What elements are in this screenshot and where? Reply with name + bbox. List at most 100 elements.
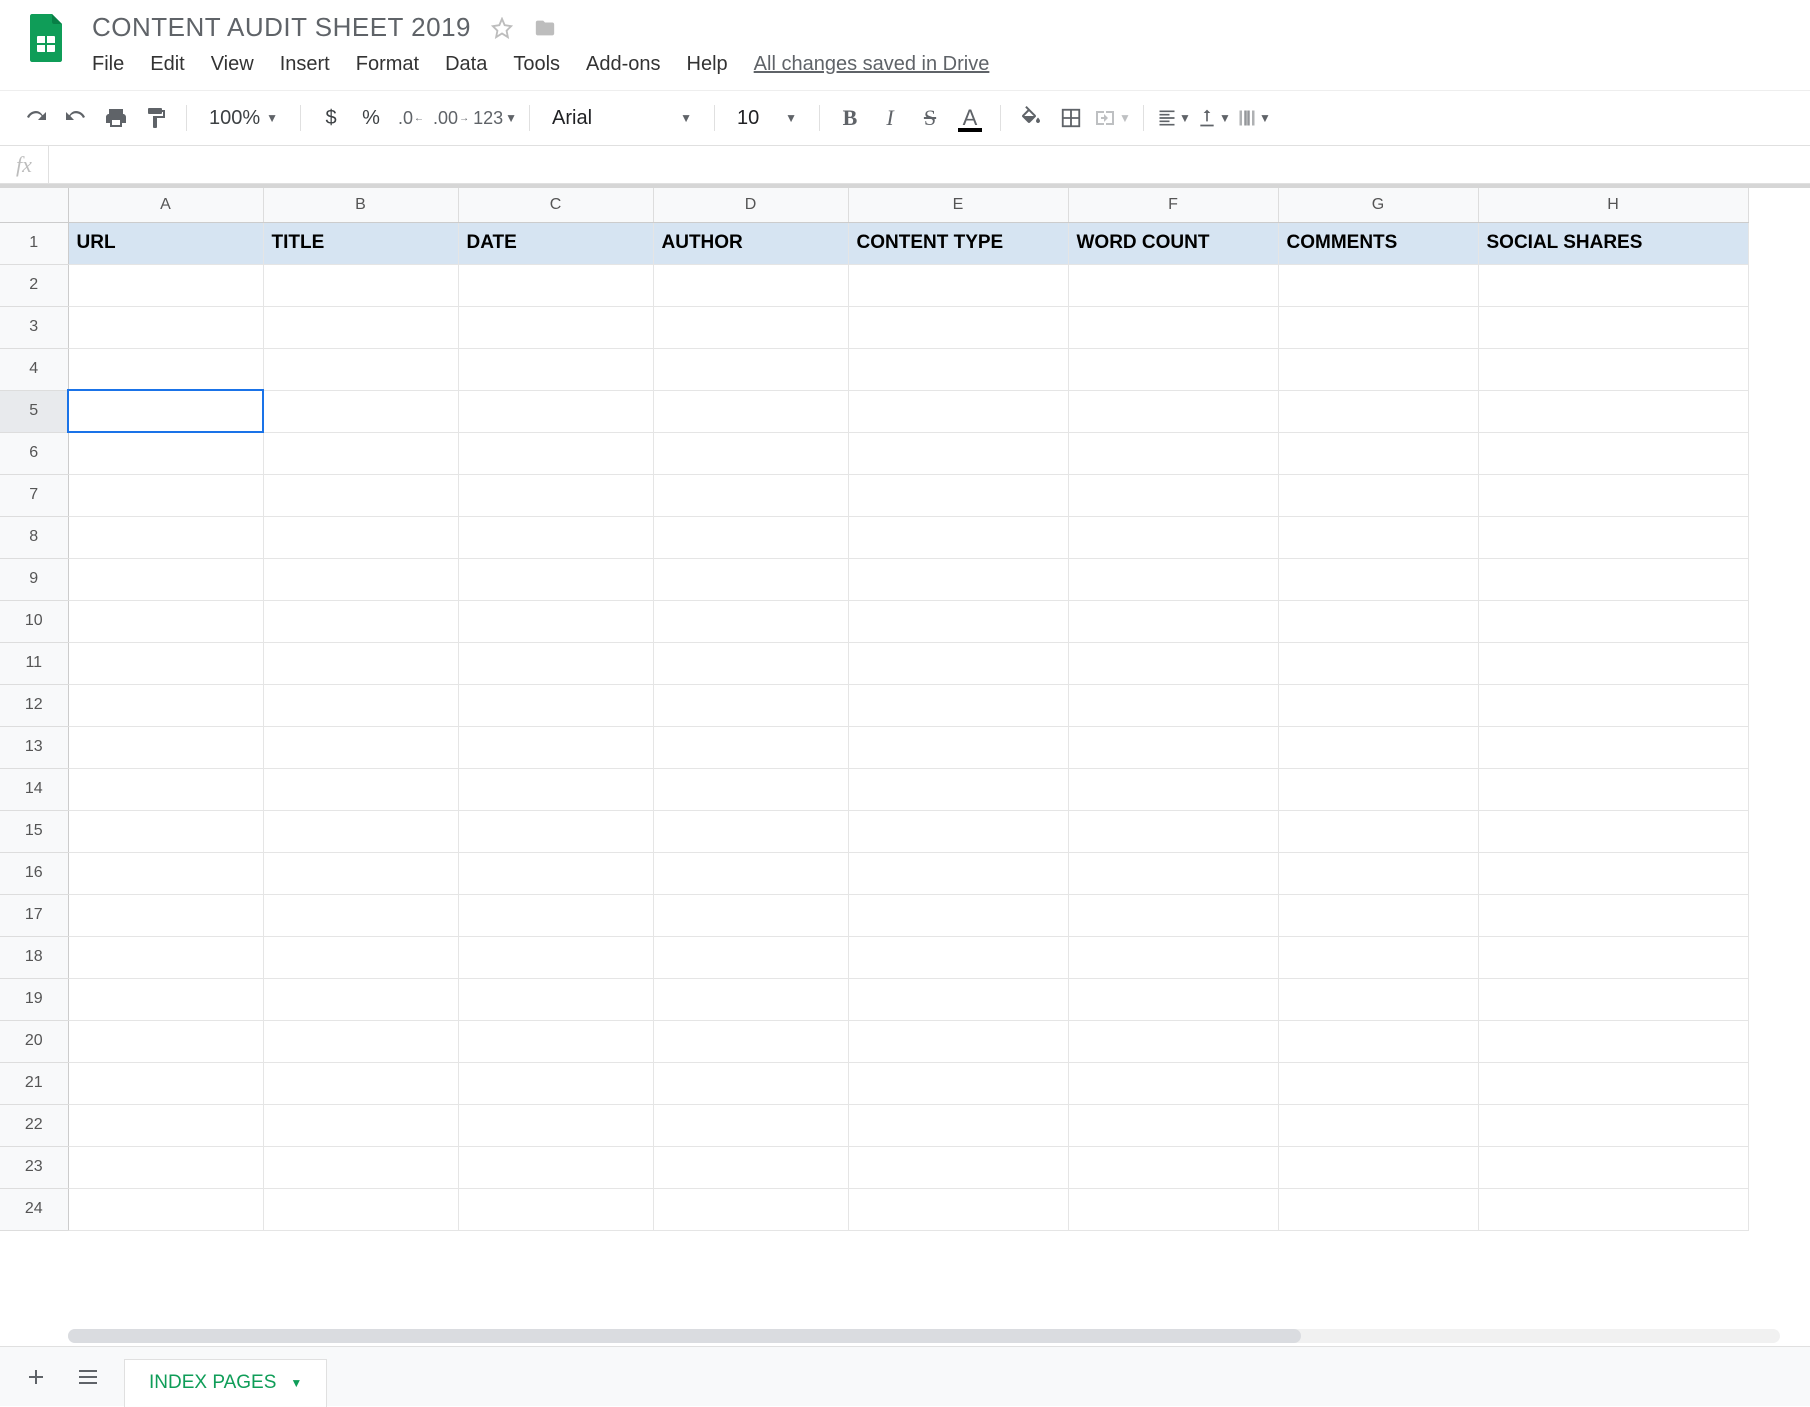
row-header[interactable]: 10 (0, 600, 68, 642)
cell[interactable]: SOCIAL SHARES (1478, 222, 1748, 264)
cell[interactable] (653, 1146, 848, 1188)
row-header[interactable]: 23 (0, 1146, 68, 1188)
cell[interactable] (1278, 810, 1478, 852)
cell[interactable] (1068, 852, 1278, 894)
grid-area[interactable]: A B C D E F G H 1 URL TITLE DATE AUTHOR … (0, 184, 1810, 1346)
cell[interactable] (1478, 810, 1748, 852)
cell[interactable] (68, 1146, 263, 1188)
col-header[interactable]: G (1278, 188, 1478, 222)
cell[interactable] (68, 1020, 263, 1062)
cell[interactable] (1068, 978, 1278, 1020)
scroll-thumb[interactable] (68, 1329, 1301, 1343)
cell[interactable] (68, 1188, 263, 1230)
col-header[interactable]: A (68, 188, 263, 222)
cell[interactable] (458, 684, 653, 726)
cell[interactable] (263, 768, 458, 810)
cell[interactable] (68, 1104, 263, 1146)
cell[interactable] (263, 516, 458, 558)
cell[interactable] (1278, 516, 1478, 558)
row-header[interactable]: 12 (0, 684, 68, 726)
cell[interactable] (263, 474, 458, 516)
cell[interactable] (1478, 432, 1748, 474)
cell[interactable] (848, 852, 1068, 894)
cell[interactable] (1478, 1146, 1748, 1188)
cell[interactable] (1278, 978, 1478, 1020)
cell[interactable] (458, 1104, 653, 1146)
cell[interactable] (1478, 978, 1748, 1020)
cell[interactable] (1278, 348, 1478, 390)
cell[interactable]: COMMENTS (1278, 222, 1478, 264)
cell[interactable] (1068, 1062, 1278, 1104)
cell[interactable] (848, 726, 1068, 768)
font-family-select[interactable]: Arial▼ (542, 107, 702, 130)
cell[interactable] (263, 936, 458, 978)
cell[interactable] (1068, 306, 1278, 348)
cell[interactable] (68, 1062, 263, 1104)
cell[interactable] (1068, 1104, 1278, 1146)
cell[interactable] (848, 348, 1068, 390)
cell[interactable] (848, 600, 1068, 642)
cell[interactable] (1478, 348, 1748, 390)
menu-edit[interactable]: Edit (150, 53, 184, 76)
cell[interactable] (263, 306, 458, 348)
format-currency-button[interactable]: $ (313, 100, 349, 136)
cell[interactable]: AUTHOR (653, 222, 848, 264)
cell[interactable] (653, 516, 848, 558)
cell[interactable] (1278, 600, 1478, 642)
cell[interactable] (1478, 600, 1748, 642)
row-header[interactable]: 24 (0, 1188, 68, 1230)
row-header[interactable]: 15 (0, 810, 68, 852)
cell[interactable] (1478, 516, 1748, 558)
cell[interactable] (653, 390, 848, 432)
cell[interactable] (458, 936, 653, 978)
sheets-logo-icon[interactable] (20, 12, 72, 64)
cell[interactable] (458, 432, 653, 474)
cell[interactable] (68, 516, 263, 558)
row-header[interactable]: 14 (0, 768, 68, 810)
cell[interactable] (1278, 768, 1478, 810)
cell[interactable] (1478, 558, 1748, 600)
cell[interactable] (1478, 1104, 1748, 1146)
cell[interactable] (68, 768, 263, 810)
horizontal-align-button[interactable]: ▼ (1156, 100, 1192, 136)
cell[interactable] (263, 894, 458, 936)
format-percent-button[interactable]: % (353, 100, 389, 136)
redo-icon[interactable] (58, 100, 94, 136)
cell[interactable] (848, 516, 1068, 558)
undo-icon[interactable] (18, 100, 54, 136)
cell[interactable] (1068, 432, 1278, 474)
cell[interactable] (1068, 600, 1278, 642)
cell[interactable] (1478, 306, 1748, 348)
cell[interactable] (848, 1146, 1068, 1188)
cell[interactable] (1068, 516, 1278, 558)
menu-view[interactable]: View (211, 53, 254, 76)
menu-format[interactable]: Format (356, 53, 419, 76)
cell[interactable] (458, 474, 653, 516)
cell[interactable] (653, 642, 848, 684)
cell[interactable] (263, 264, 458, 306)
cell[interactable] (848, 432, 1068, 474)
cell[interactable] (458, 978, 653, 1020)
save-status[interactable]: All changes saved in Drive (754, 53, 990, 76)
cell[interactable] (458, 1020, 653, 1062)
menu-help[interactable]: Help (687, 53, 728, 76)
cell[interactable] (1278, 894, 1478, 936)
row-header[interactable]: 6 (0, 432, 68, 474)
cell[interactable] (653, 600, 848, 642)
cell[interactable] (1278, 852, 1478, 894)
cell[interactable] (653, 768, 848, 810)
text-wrap-button[interactable]: ▼ (1236, 100, 1272, 136)
cell[interactable] (68, 936, 263, 978)
cell[interactable] (1068, 348, 1278, 390)
row-header[interactable]: 20 (0, 1020, 68, 1062)
cell[interactable] (848, 768, 1068, 810)
cell[interactable] (68, 810, 263, 852)
col-header[interactable]: E (848, 188, 1068, 222)
cell[interactable] (653, 978, 848, 1020)
cell[interactable] (68, 348, 263, 390)
row-header[interactable]: 21 (0, 1062, 68, 1104)
text-color-button[interactable]: A (952, 100, 988, 136)
cell[interactable] (1478, 390, 1748, 432)
cell[interactable] (848, 642, 1068, 684)
cell[interactable] (68, 894, 263, 936)
